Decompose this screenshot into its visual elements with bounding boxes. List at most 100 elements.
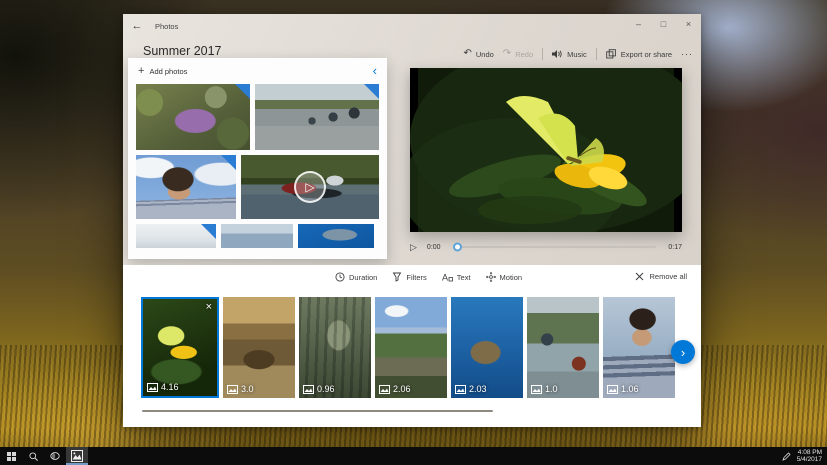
taskbar-photos-app-button[interactable]: [66, 447, 88, 465]
preview-frame-butterfly: [410, 68, 682, 232]
library-photo-turtle[interactable]: [298, 224, 374, 248]
clip-duration-value: 3.0: [241, 384, 254, 394]
library-video-boat[interactable]: ▷: [241, 155, 379, 219]
added-badge-icon: [201, 224, 216, 239]
export-share-button[interactable]: Export or share: [606, 49, 672, 59]
clip-duration-value: 4.16: [161, 382, 179, 392]
text-icon: A: [442, 272, 453, 282]
clip-duration: 1.0: [531, 384, 558, 394]
current-time: 0:00: [427, 244, 441, 251]
desktop: ← Photos – □ × Summer 2017 ↶ Undo ↷ Redo: [0, 0, 827, 465]
grid-row: [136, 224, 379, 248]
storyboard-clip-cart[interactable]: 3.0: [223, 297, 295, 398]
storyboard-clip-stone-faces[interactable]: 0.96: [299, 297, 371, 398]
storyboard-clip-boy[interactable]: 1.06: [603, 297, 675, 398]
taskbar: 4:08 PM 5/4/2017: [0, 447, 827, 465]
speaker-icon: [552, 49, 563, 59]
filters-label: Filters: [406, 273, 426, 282]
panel-header: + Add photos ‹: [128, 58, 387, 84]
grid-row: ▷: [136, 155, 379, 219]
library-photo-snow[interactable]: [136, 224, 216, 248]
see-more-button[interactable]: ···: [681, 49, 693, 59]
task-view-icon: [50, 452, 60, 460]
add-photos-label: Add photos: [149, 67, 187, 76]
text-label: Text: [457, 273, 471, 282]
plus-icon: +: [138, 65, 144, 77]
clip-duration-value: 2.03: [469, 384, 487, 394]
library-photo-beach[interactable]: [255, 84, 379, 150]
storyboard-clip-turtle[interactable]: 2.03: [451, 297, 523, 398]
close-icon: ×: [206, 301, 212, 313]
storyboard-strip: × 4.16 3.0: [141, 297, 675, 398]
toolbar-separator: [596, 48, 597, 60]
music-button[interactable]: Music: [552, 49, 587, 59]
project-library-panel: + Add photos ‹: [128, 58, 387, 259]
back-button[interactable]: ←: [123, 14, 151, 38]
undo-icon: ↶: [463, 49, 471, 59]
filter-icon: [392, 272, 402, 282]
storyboard-section: Duration Filters A Text: [123, 265, 701, 427]
close-button[interactable]: ×: [676, 14, 701, 34]
duration-label: Duration: [349, 273, 377, 282]
storyboard-clip-temple[interactable]: 2.06: [375, 297, 447, 398]
undo-label: Undo: [476, 50, 494, 59]
close-icon: ×: [686, 19, 691, 29]
clip-duration-value: 0.96: [317, 384, 335, 394]
clip-duration-value: 2.06: [393, 384, 411, 394]
redo-button[interactable]: ↷ Redo: [503, 49, 533, 59]
chevron-right-icon: ›: [681, 345, 685, 360]
clip-duration: 1.06: [607, 384, 639, 394]
windows-ink-pen-icon[interactable]: [782, 452, 791, 461]
storyboard-clip-ferry[interactable]: 1.0: [527, 297, 599, 398]
seek-slider[interactable]: [455, 246, 657, 248]
added-badge-icon: [364, 84, 379, 99]
horizontal-scrollbar[interactable]: [142, 410, 493, 412]
clip-duration: 2.03: [455, 384, 487, 394]
duration-button[interactable]: Duration: [335, 272, 377, 282]
play-overlay-icon: ▷: [294, 171, 326, 203]
taskbar-left: [0, 447, 88, 465]
taskbar-clock[interactable]: 4:08 PM 5/4/2017: [797, 449, 822, 464]
motion-button[interactable]: Motion: [486, 272, 523, 282]
library-photo-boy[interactable]: [136, 155, 236, 219]
transport-bar: ▷ 0:00 0:17: [410, 240, 682, 254]
start-button[interactable]: [0, 447, 22, 465]
task-view-button[interactable]: [44, 447, 66, 465]
app-title: Photos: [155, 22, 178, 31]
svg-text:A: A: [442, 273, 448, 283]
remove-all-button[interactable]: Remove all: [635, 272, 687, 281]
play-button[interactable]: ▷: [410, 242, 417, 253]
clock-time: 4:08 PM: [797, 449, 822, 457]
storyboard-clip-butterfly[interactable]: × 4.16: [141, 297, 219, 398]
filters-button[interactable]: Filters: [392, 272, 426, 282]
clip-duration: 0.96: [303, 384, 335, 394]
maximize-button[interactable]: □: [651, 14, 676, 34]
remove-all-label: Remove all: [649, 272, 687, 281]
export-share-icon: [606, 49, 617, 59]
video-preview[interactable]: [410, 68, 682, 232]
image-icon: [303, 385, 314, 394]
taskbar-tray: 4:08 PM 5/4/2017: [782, 447, 827, 465]
image-icon: [607, 385, 618, 394]
back-icon: ←: [132, 20, 143, 32]
photos-app-icon: [71, 450, 83, 462]
motion-label: Motion: [500, 273, 523, 282]
scroll-next-button[interactable]: ›: [671, 340, 695, 364]
library-photo-sea[interactable]: [221, 224, 293, 248]
collapse-panel-button[interactable]: ‹: [373, 65, 377, 77]
seek-slider-thumb[interactable]: [453, 243, 462, 252]
minimize-button[interactable]: –: [626, 14, 651, 34]
redo-label: Redo: [515, 50, 533, 59]
page-title: Summer 2017: [143, 44, 222, 58]
edit-toolbar: Duration Filters A Text: [335, 272, 522, 282]
library-photo-starfish[interactable]: [136, 84, 250, 150]
remove-clip-button[interactable]: ×: [206, 302, 212, 312]
search-button[interactable]: [22, 447, 44, 465]
image-icon: [379, 385, 390, 394]
undo-button[interactable]: ↶ Undo: [463, 49, 493, 59]
add-photos-button[interactable]: + Add photos: [138, 65, 187, 77]
text-button[interactable]: A Text: [442, 272, 471, 282]
clip-duration-value: 1.06: [621, 384, 639, 394]
windows-logo-icon: [7, 452, 16, 461]
minimize-icon: –: [636, 19, 641, 29]
